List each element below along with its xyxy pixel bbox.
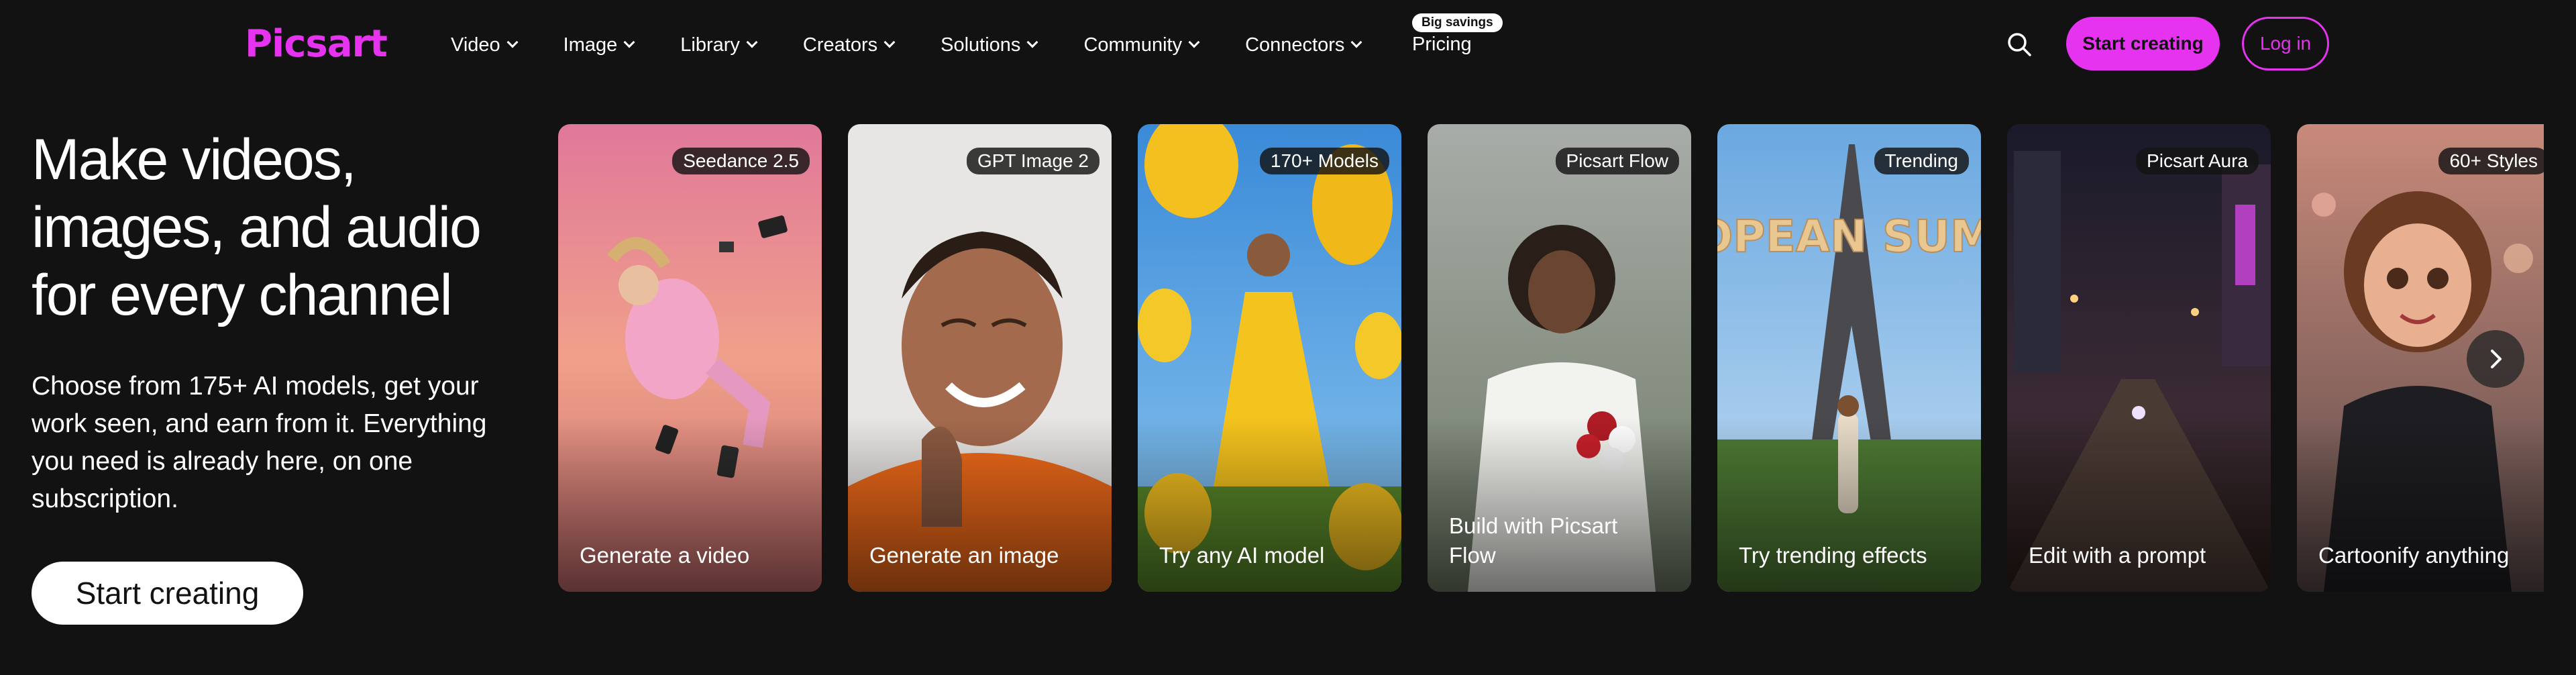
chevron-down-icon: [623, 36, 635, 48]
card-tag: Picsart Aura: [2136, 148, 2259, 174]
card-tag: Picsart Flow: [1555, 148, 1679, 174]
start-creating-button[interactable]: Start creating: [2066, 17, 2220, 70]
nav-item-pricing[interactable]: Big savings Pricing: [1412, 13, 1506, 60]
card-try-ai-model[interactable]: 170+ Models Try any AI model: [1138, 124, 1401, 592]
card-generate-video[interactable]: Seedance 2.5 Generate a video: [558, 124, 822, 592]
nav-item-label: Image: [563, 34, 618, 56]
nav-item-solutions[interactable]: Solutions: [941, 34, 1038, 56]
nav-item-label: Video: [451, 34, 500, 56]
card-caption: Generate a video: [580, 543, 750, 568]
nav-item-label: Library: [680, 34, 740, 56]
carousel-next-button[interactable]: [2467, 330, 2524, 388]
chevron-down-icon: [883, 36, 896, 48]
card-caption: Build with Picsart Flow: [1449, 513, 1618, 568]
card-art-text: EUROPEAN SUMMER: [1717, 211, 1981, 262]
hero-start-creating-button[interactable]: Start creating: [32, 562, 303, 625]
card-tag: 170+ Models: [1259, 148, 1389, 174]
chevron-down-icon: [746, 36, 758, 48]
card-tag: GPT Image 2: [966, 148, 1099, 174]
chevron-down-icon: [1188, 36, 1200, 48]
nav-item-creators[interactable]: Creators: [802, 34, 896, 56]
nav-item-connectors[interactable]: Connectors: [1245, 34, 1362, 56]
card-edit-prompt[interactable]: Picsart Aura Edit with a prompt: [2007, 124, 2271, 592]
card-caption: Edit with a prompt: [2029, 543, 2206, 568]
chevron-down-icon: [1350, 36, 1362, 48]
nav-item-label: Connectors: [1245, 34, 1345, 56]
card-caption: Try any AI model: [1159, 543, 1325, 568]
picsart-logo[interactable]: Picsart: [245, 19, 388, 70]
nav-item-image[interactable]: Image: [563, 34, 635, 56]
nav-item-video[interactable]: Video: [451, 34, 519, 56]
card-tag: Seedance 2.5: [672, 148, 810, 174]
hero-title: Make videos, images, and audio for every…: [32, 127, 482, 327]
card-caption: Try trending effects: [1739, 543, 1927, 568]
nav-item-label: Creators: [802, 34, 878, 56]
card-generate-image[interactable]: GPT Image 2 Generate an image: [848, 124, 1112, 592]
card-trending-effects[interactable]: EUROPEAN SUMMER Trending Try trending ef…: [1717, 124, 1981, 592]
nav-item-label: Community: [1083, 34, 1183, 56]
card-caption: Generate an image: [869, 543, 1059, 568]
nav-item-library[interactable]: Library: [680, 34, 758, 56]
nav-item-label: Solutions: [941, 34, 1021, 56]
card-picsart-flow[interactable]: Picsart Flow Build with Picsart Flow: [1428, 124, 1691, 592]
nav-item-community[interactable]: Community: [1083, 34, 1200, 56]
search-icon[interactable]: [2006, 31, 2033, 58]
pricing-label: Pricing: [1412, 34, 1472, 55]
feature-carousel: Seedance 2.5 Generate a video GPT Image …: [558, 124, 2544, 592]
chevron-down-icon: [506, 36, 519, 48]
big-savings-badge: Big savings: [1412, 13, 1503, 32]
card-tag: Trending: [1874, 148, 1969, 174]
main-nav: Video Image Library Creators Solutions C…: [451, 30, 1407, 60]
card-tag: 60+ Styles: [2438, 148, 2544, 174]
login-button[interactable]: Log in: [2242, 17, 2329, 70]
top-navbar: Picsart Video Image Library Creators Sol…: [0, 0, 2576, 91]
chevron-right-icon: [2491, 350, 2502, 368]
hero-subtitle: Choose from 175+ AI models, get your wor…: [32, 372, 487, 513]
chevron-down-icon: [1026, 36, 1038, 48]
card-caption: Cartoonify anything: [2318, 543, 2510, 568]
